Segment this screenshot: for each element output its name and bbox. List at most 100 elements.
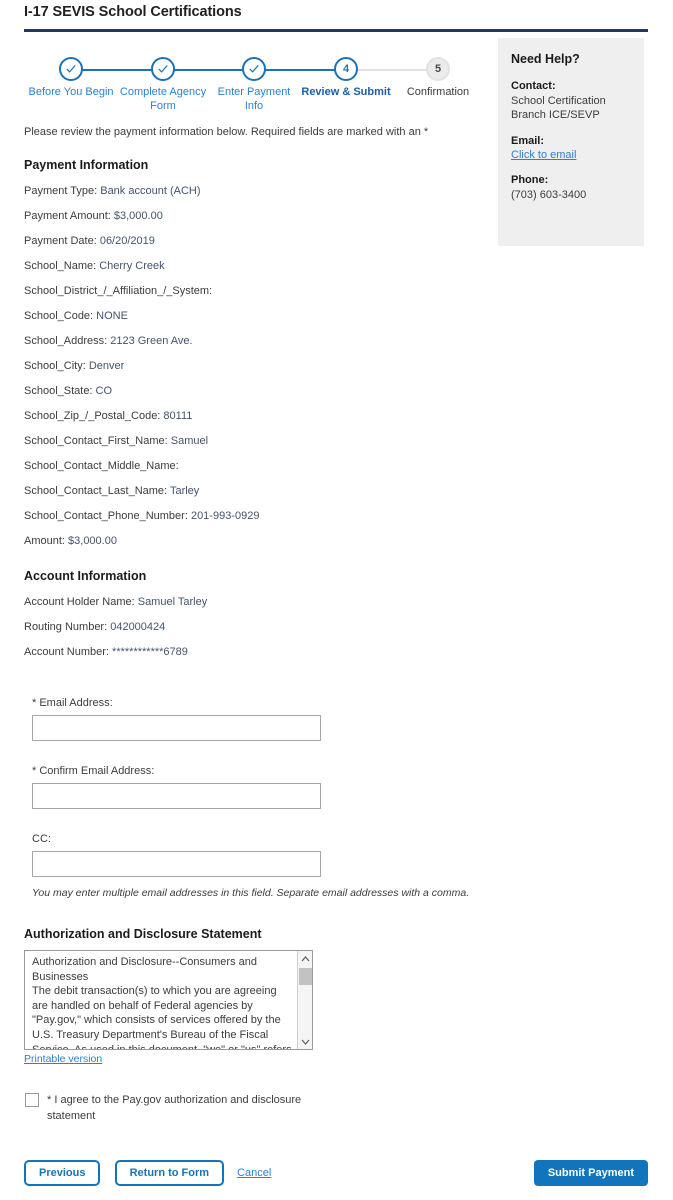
click-to-email-link[interactable]: Click to email [511, 149, 576, 161]
agree-checkbox[interactable] [25, 1093, 39, 1107]
email-hint-text: You may enter multiple email addresses i… [32, 887, 470, 899]
scrollbar-thumb[interactable] [299, 968, 312, 985]
payment-info-value: 06/20/2019 [96, 235, 155, 247]
authorization-textarea[interactable]: Authorization and Disclosure--Consumers … [24, 950, 313, 1050]
need-help-title: Need Help? [511, 52, 580, 66]
stepper-label-2: Complete Agency Form [119, 86, 207, 112]
payment-info-value: $3,000.00 [110, 210, 163, 222]
confirm-email-field-group: * Confirm Email Address: [24, 765, 484, 809]
help-email-label: Email: [511, 135, 545, 147]
authorization-scrollbar[interactable] [297, 951, 312, 1049]
account-info-value: Samuel Tarley [134, 596, 208, 608]
payment-info-value: Cherry Creek [96, 260, 165, 272]
payment-information-list: Payment Type: Bank account (ACH) Payment … [24, 185, 484, 547]
help-phone-label: Phone: [511, 174, 549, 186]
confirm-email-address-label: * Confirm Email Address: [32, 765, 155, 777]
payment-info-row: School_Contact_First_Name: Samuel [24, 435, 484, 447]
account-information-heading: Account Information [24, 569, 147, 583]
help-contact-label: Contact: [511, 80, 556, 92]
printable-version-link[interactable]: Printable version [24, 1053, 102, 1065]
payment-info-label: School_Address: [24, 335, 108, 347]
payment-info-label: School_City: [24, 360, 86, 372]
scroll-up-icon[interactable] [298, 951, 312, 966]
help-contact-line-2: Branch ICE/SEVP [511, 109, 600, 121]
cc-input[interactable] [32, 851, 321, 877]
payment-info-value: Samuel [167, 435, 209, 447]
check-icon [151, 57, 175, 81]
email-address-input[interactable] [32, 715, 321, 741]
account-info-label: Account Holder Name: [24, 596, 135, 608]
payment-info-label: School_Contact_Last_Name: [24, 485, 168, 497]
payment-info-label: School_Contact_First_Name: [24, 435, 168, 447]
authorization-heading: Authorization and Disclosure Statement [24, 927, 262, 941]
payment-info-value: Tarley [167, 485, 200, 497]
stepper-label-1: Before You Begin [28, 86, 114, 98]
stepper-connector [163, 69, 254, 71]
stepper-label-4: Review & Submit [301, 86, 391, 98]
payment-info-label: Payment Date: [24, 235, 97, 247]
main-content: Please review the payment information be… [24, 126, 484, 1124]
payment-info-label: School_State: [24, 385, 93, 397]
check-icon [59, 57, 83, 81]
payment-info-value: 201-993-0929 [187, 510, 260, 522]
payment-info-label: Amount: [24, 535, 65, 547]
payment-info-label: School_Contact_Middle_Name: [24, 460, 179, 472]
title-divider [24, 29, 648, 32]
stepper-label-5: Confirmation [406, 86, 470, 98]
cc-field-group: CC: [24, 833, 484, 877]
stepper-connector [254, 69, 346, 71]
authorization-text: Authorization and Disclosure--Consumers … [32, 956, 292, 1050]
account-info-value: ************6789 [108, 646, 188, 658]
payment-info-label: Payment Type: [24, 185, 98, 197]
payment-info-value: CO [92, 385, 113, 397]
step-number-badge: 4 [334, 57, 358, 81]
help-contact-line-1: School Certification [511, 95, 606, 107]
payment-info-value: 80111 [160, 410, 193, 422]
payment-info-row: School_District_/_Affiliation_/_System: [24, 285, 484, 297]
payment-info-row: School_Contact_Middle_Name: [24, 460, 484, 472]
cc-label: CC: [32, 833, 51, 845]
help-phone-value: (703) 603-3400 [511, 189, 587, 201]
submit-payment-button[interactable]: Submit Payment [533, 1160, 648, 1186]
payment-info-row: School_Contact_Last_Name: Tarley [24, 485, 484, 497]
payment-info-label: School_District_/_Affiliation_/_System: [24, 285, 213, 297]
payment-info-label: School_Name: [24, 260, 97, 272]
payment-info-value: Bank account (ACH) [97, 185, 201, 197]
confirm-email-address-input[interactable] [32, 783, 321, 809]
agree-checkbox-row: * I agree to the Pay.gov authorization a… [25, 1092, 315, 1124]
account-info-label: Account Number: [24, 646, 109, 658]
previous-button[interactable]: Previous [24, 1160, 101, 1186]
stepper-label-3: Enter Payment Info [217, 86, 291, 112]
payment-info-row: Payment Amount: $3,000.00 [24, 210, 484, 222]
return-to-form-button[interactable]: Return to Form [114, 1160, 225, 1186]
payment-info-row: Payment Type: Bank account (ACH) [24, 185, 484, 197]
payment-info-row: School_City: Denver [24, 360, 484, 372]
payment-info-value: 2123 Green Ave. [107, 335, 193, 347]
payment-info-row: School_Address: 2123 Green Ave. [24, 335, 484, 347]
stepper-connector [71, 69, 163, 71]
payment-info-row: School_Name: Cherry Creek [24, 260, 484, 272]
payment-info-value: NONE [93, 310, 128, 322]
payment-info-label: School_Zip_/_Postal_Code: [24, 410, 161, 422]
payment-info-row: School_Contact_Phone_Number: 201-993-092… [24, 510, 484, 522]
account-info-value: 042000424 [107, 621, 166, 633]
cancel-link[interactable]: Cancel [237, 1167, 271, 1179]
stepper-connector [346, 69, 438, 71]
check-icon [242, 57, 266, 81]
page-title: I-17 SEVIS School Certifications [24, 4, 242, 20]
payment-info-value: Denver [85, 360, 125, 372]
payment-info-row: School_State: CO [24, 385, 484, 397]
scroll-down-icon[interactable] [298, 1034, 312, 1049]
account-info-row: Account Holder Name: Samuel Tarley [24, 596, 484, 608]
agree-checkbox-label: * I agree to the Pay.gov authorization a… [47, 1094, 302, 1122]
account-info-row: Routing Number: 042000424 [24, 621, 484, 633]
need-help-panel: Need Help? Contact: School Certification… [498, 38, 644, 246]
payment-info-label: Payment Amount: [24, 210, 111, 222]
account-info-label: Routing Number: [24, 621, 108, 633]
